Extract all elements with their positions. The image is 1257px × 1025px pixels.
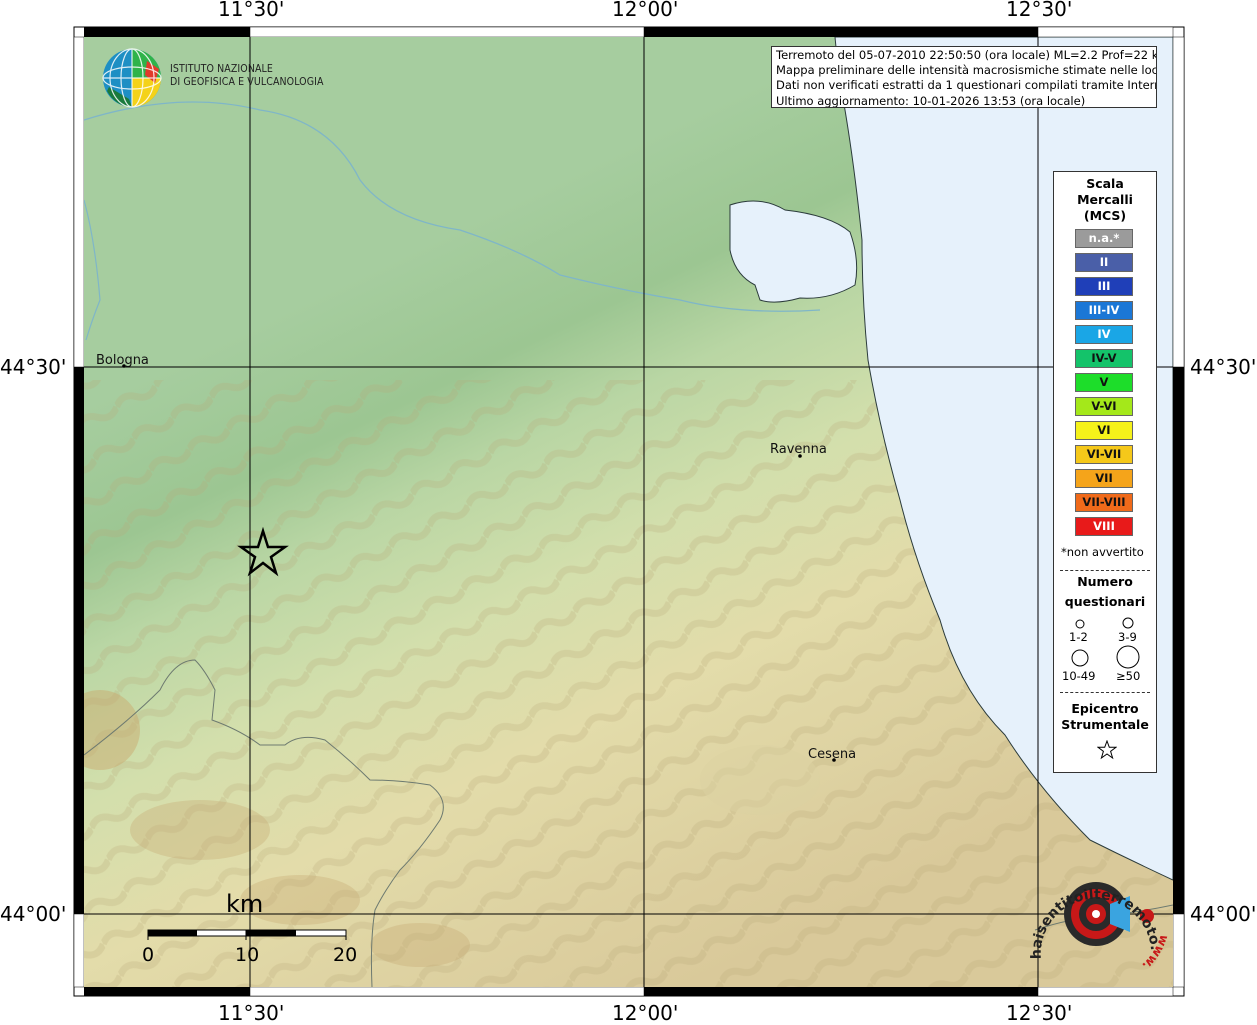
count-label-1-2: 1-2 [1069, 630, 1088, 644]
info-line-4: Ultimo aggiornamento: 10-01-2026 13:53 (… [776, 93, 1086, 108]
brand-url: haisentitoilterremoto.it [1021, 839, 1163, 959]
lon-label-top-1: 11°30' [218, 0, 285, 21]
legend-chip: II [1075, 253, 1133, 272]
legend-epi-title-1: Epicentro [1071, 701, 1139, 716]
legend-title-1: Scala [1086, 176, 1124, 191]
ingv-name-line2: DI GEOFISICA E VULCANOLOGIA [170, 76, 324, 88]
legend-chip: VI [1075, 421, 1133, 440]
legend-divider [1060, 570, 1150, 571]
ingv-name: ISTITUTO NAZIONALE DI GEOFISICA E VULCAN… [170, 63, 324, 89]
lon-label-top-2: 12°00' [612, 0, 679, 21]
info-line-3: Dati non verificati estratti da 1 questi… [776, 78, 1157, 93]
info-line-1: Terremoto del 05-07-2010 22:50:50 (ora l… [776, 48, 1157, 62]
legend-chip: VII [1075, 469, 1133, 488]
legend-chip: VII-VIII [1075, 493, 1133, 512]
legend-chip: n.a.* [1075, 229, 1133, 248]
legend-not-felt-note: *non avvertito [1061, 545, 1144, 559]
legend-chip: IV [1075, 325, 1133, 344]
lon-label-top-3: 12°30' [1006, 0, 1073, 21]
scale-bar-tick-20: 20 [333, 944, 358, 966]
lat-label-right-1: 44°30' [1190, 355, 1257, 379]
city-label-bologna: Bologna [96, 353, 149, 368]
legend-chip: VI-VII [1075, 445, 1133, 464]
lat-label-left-1: 44°30' [0, 355, 67, 379]
ingv-globe-icon [102, 48, 162, 108]
legend-title-2: Mercalli [1077, 192, 1133, 207]
legend-chip: III-IV [1075, 301, 1133, 320]
event-info-box: Terremoto del 05-07-2010 22:50:50 (ora l… [771, 46, 1157, 108]
legend-divider-2 [1060, 692, 1150, 693]
legend-chip: V [1075, 373, 1133, 392]
legend-title-3: (MCS) [1083, 208, 1127, 223]
scale-bar-tick-0: 0 [142, 944, 155, 966]
count-label-10-49: 10-49 [1062, 669, 1096, 683]
count-label-50-plus: ≥50 [1116, 669, 1141, 683]
legend-count-title-1: Numero [1077, 574, 1133, 589]
info-line-2: Mappa preliminare delle intensità macros… [776, 63, 1157, 78]
legend-count-title-2: questionari [1064, 594, 1146, 609]
city-label-ravenna: Ravenna [770, 442, 827, 457]
legend-chip: IV-V [1075, 349, 1133, 368]
legend-chip: VIII [1075, 517, 1133, 536]
scale-bar-unit: km [226, 890, 264, 918]
count-label-3-9: 3-9 [1118, 630, 1137, 644]
lon-label-bottom-1: 11°30' [218, 1001, 285, 1025]
brand-text: haisentitoilterremoto.it www. [1021, 839, 1171, 973]
lon-label-bottom-3: 12°30' [1006, 1001, 1073, 1025]
lon-label-bottom-2: 12°00' [612, 1001, 679, 1025]
epicenter-star-icon [1097, 740, 1117, 760]
scale-bar-tick-10: 10 [235, 944, 260, 966]
ingv-name-line1: ISTITUTO NAZIONALE [170, 63, 273, 75]
legend-chip: V-VI [1075, 397, 1133, 416]
lat-label-left-2: 44°00' [0, 902, 67, 926]
legend-chip: III [1075, 277, 1133, 296]
mcs-legend: Scala Mercalli (MCS) n.a.* II III III-IV IV I… [1053, 171, 1157, 773]
lat-label-right-2: 44°00' [1190, 902, 1257, 926]
svg-text:haisentitoilterremoto.it: haisentitoilterremoto.it [1021, 839, 1163, 959]
legend-epi-title-2: Strumentale [1061, 717, 1149, 732]
city-label-cesena: Cesena [808, 747, 857, 762]
